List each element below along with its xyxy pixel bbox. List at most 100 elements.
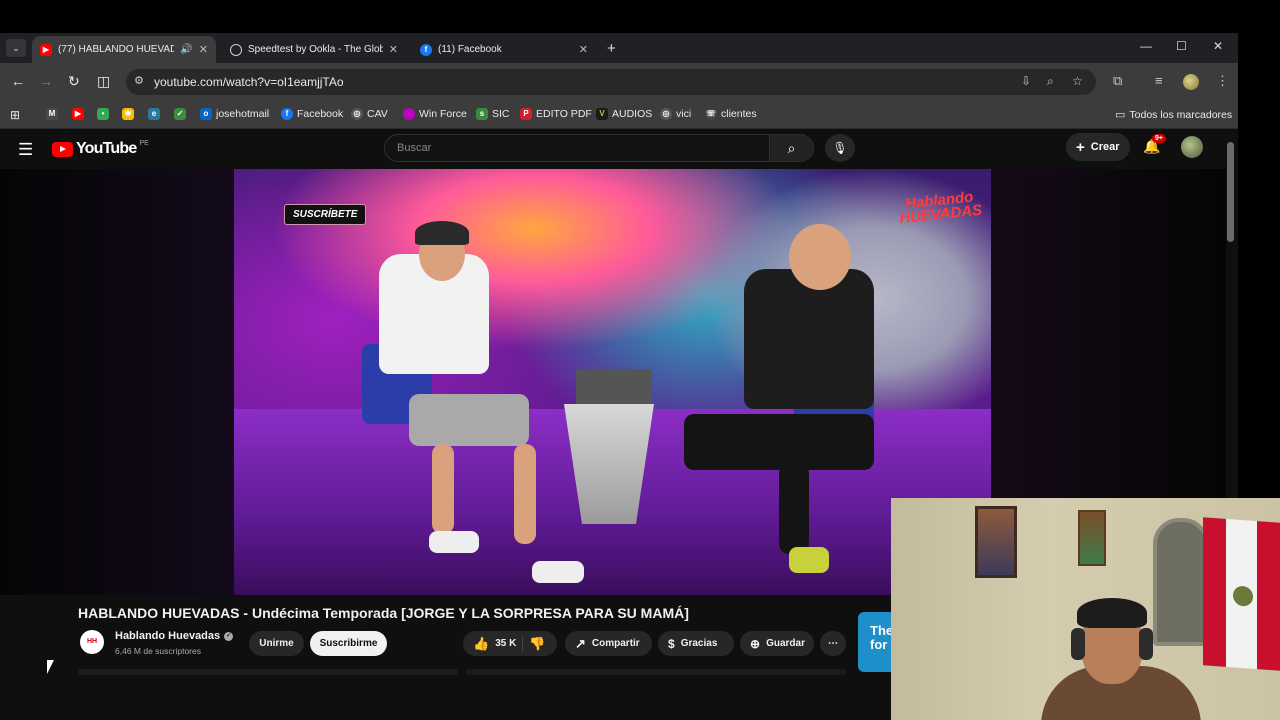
left-person-shoe xyxy=(532,561,584,583)
close-tab-icon[interactable]: ✕ xyxy=(199,43,208,56)
bookmark-cav[interactable]: ◎ CAV xyxy=(351,108,388,120)
left-person-shorts xyxy=(409,394,529,446)
browser-toolbar: ← → ↻ ◫ ⚙ youtube.com/watch?v=oI1eamjjTA… xyxy=(0,63,1238,101)
right-person-leg xyxy=(779,464,809,554)
share-label: Compartir xyxy=(591,638,640,649)
right-person-head xyxy=(789,224,851,290)
whatsapp-icon: ☏ xyxy=(705,108,717,120)
share-button[interactable]: ↗ Compartir xyxy=(565,631,652,656)
more-actions-button[interactable]: ⋯ xyxy=(820,631,846,656)
promo-card[interactable]: The for xyxy=(858,612,894,672)
forward-icon[interactable]: → xyxy=(39,73,53,89)
join-label: Unirme xyxy=(259,638,294,649)
winforce-icon xyxy=(403,108,415,120)
maps-icon: • xyxy=(97,108,109,120)
speaker-icon[interactable]: 🔊 xyxy=(180,44,192,55)
menu-icon[interactable]: ⋮ xyxy=(1216,73,1229,89)
tab-speedtest[interactable]: Speedtest by Ookla - The Global ✕ xyxy=(222,36,406,63)
close-tab-icon[interactable]: ✕ xyxy=(389,43,398,56)
bookmark-edge[interactable]: e xyxy=(148,108,160,120)
video-frame[interactable]: SUSCRÍBETE Hablando HUEVADAS xyxy=(234,169,991,595)
webcam-overlay xyxy=(891,498,1280,720)
bookmark-edito-pdf[interactable]: P EDITO PDF xyxy=(520,108,592,120)
ambient-glow-left xyxy=(0,169,234,595)
save-button[interactable]: ⊕ Guardar xyxy=(740,631,814,656)
subscriber-count: 6,46 M de suscriptores xyxy=(115,646,201,656)
youtube-wordmark: YouTube xyxy=(76,140,137,157)
search-placeholder: Buscar xyxy=(397,142,432,154)
bookmark-audios[interactable]: V AUDIOS xyxy=(596,108,652,120)
channel-avatar[interactable]: HH xyxy=(80,630,104,654)
country-code: PE xyxy=(139,139,149,147)
dislike-button[interactable]: 👎 xyxy=(529,636,545,652)
flag-crest xyxy=(1233,585,1253,607)
bookmark-label: AUDIOS xyxy=(612,108,653,120)
bookmark-label: SIC xyxy=(492,108,510,120)
extensions-icon[interactable]: ⧉ xyxy=(1113,73,1122,89)
youtube-icon: ▶ xyxy=(40,43,52,56)
zoom-icon[interactable]: ⌕ xyxy=(1047,74,1054,89)
bookmark-star-icon[interactable]: ☆ xyxy=(1072,74,1083,88)
profile-avatar[interactable] xyxy=(1183,74,1199,90)
close-window-icon[interactable]: ✕ xyxy=(1213,39,1223,53)
join-button[interactable]: Unirme xyxy=(249,631,304,656)
video-title: HABLANDO HUEVADAS - Undécima Temporada [… xyxy=(78,605,689,621)
page-scrollbar[interactable] xyxy=(1227,142,1234,242)
thanks-icon: $ xyxy=(668,636,675,651)
bookmark-facebook[interactable]: f Facebook xyxy=(281,108,343,120)
apps-grid-icon[interactable]: ⊞ xyxy=(10,108,20,122)
channel-name[interactable]: Hablando Huevadas ✓ xyxy=(115,630,234,642)
create-button[interactable]: + Crear xyxy=(1066,133,1130,161)
youtube-logo[interactable]: YouTube PE xyxy=(52,140,149,158)
bookmark-winforce[interactable]: Win Force xyxy=(403,108,467,120)
bookmark-label: EDITO PDF xyxy=(536,108,592,120)
all-bookmarks-label: Todos los marcadores xyxy=(1129,108,1233,121)
headphones-left xyxy=(1071,628,1085,660)
headphones-right xyxy=(1139,628,1153,660)
tab-search-button[interactable]: ⌄ xyxy=(6,39,26,57)
like-button[interactable]: 👍 35 K xyxy=(473,636,516,652)
bookmark-vici[interactable]: ◎ vici xyxy=(660,108,691,120)
account-avatar[interactable] xyxy=(1181,136,1203,158)
media-control-icon[interactable]: ≡ xyxy=(1155,73,1163,88)
tab-youtube[interactable]: ▶ (77) HABLANDO HUEVADAS 🔊 ✕ xyxy=(32,36,216,63)
voice-search-button[interactable]: 🎙 xyxy=(825,134,855,162)
globe-icon: ◎ xyxy=(351,108,363,120)
microphone-icon: 🎙 xyxy=(832,141,848,155)
site-info-icon[interactable]: ⚙ xyxy=(134,74,144,87)
bookmark-youtube[interactable]: ▶ xyxy=(72,108,84,120)
all-bookmarks[interactable]: ▭ Todos los marcadores xyxy=(1115,108,1233,122)
back-icon[interactable]: ← xyxy=(11,73,25,89)
split-view-icon[interactable]: ◫ xyxy=(97,73,110,90)
search-input[interactable]: Buscar xyxy=(384,134,770,162)
thanks-button[interactable]: $ Gracias xyxy=(658,631,734,656)
bookmark-maps[interactable]: • xyxy=(97,108,109,120)
bookmark-josehotmail[interactable]: o josehotmail xyxy=(200,108,269,120)
reload-icon[interactable]: ↻ xyxy=(68,73,80,90)
bookmark-label: Facebook xyxy=(297,108,344,120)
bookmark-sic[interactable]: s SIC xyxy=(476,108,510,120)
hamburger-menu-icon[interactable]: ☰ xyxy=(18,140,33,160)
promo-text: The for xyxy=(870,623,894,652)
tab-facebook[interactable]: f (11) Facebook ✕ xyxy=(412,36,596,63)
screen-top-bar xyxy=(0,0,1280,33)
subscribe-button[interactable]: Suscribirme xyxy=(310,631,387,656)
mouse-cursor xyxy=(47,660,54,674)
search-button[interactable]: ⌕ xyxy=(770,134,814,162)
install-app-icon[interactable]: ⇩ xyxy=(1021,74,1031,88)
edge-icon: e xyxy=(148,108,160,120)
bookmark-clientes[interactable]: ☏ clientes xyxy=(705,108,757,120)
minimize-icon[interactable]: — xyxy=(1140,39,1152,53)
folder-icon: ▭ xyxy=(1115,109,1126,121)
share-icon: ↗ xyxy=(575,635,586,651)
check-icon: ✓ xyxy=(174,108,186,120)
close-tab-icon[interactable]: ✕ xyxy=(579,43,588,56)
bookmark-check[interactable]: ✓ xyxy=(174,108,186,120)
thanks-label: Gracias xyxy=(680,638,718,649)
bookmark-gmail[interactable]: M xyxy=(46,108,58,120)
new-tab-icon[interactable]: + xyxy=(607,40,616,57)
maximize-icon[interactable]: ☐ xyxy=(1176,39,1187,53)
wall-painting xyxy=(975,506,1017,578)
address-bar[interactable]: ⚙ youtube.com/watch?v=oI1eamjjTAo ⇩ ⌕ ☆ xyxy=(126,69,1096,95)
bookmark-photos[interactable]: ✱ xyxy=(122,108,134,120)
